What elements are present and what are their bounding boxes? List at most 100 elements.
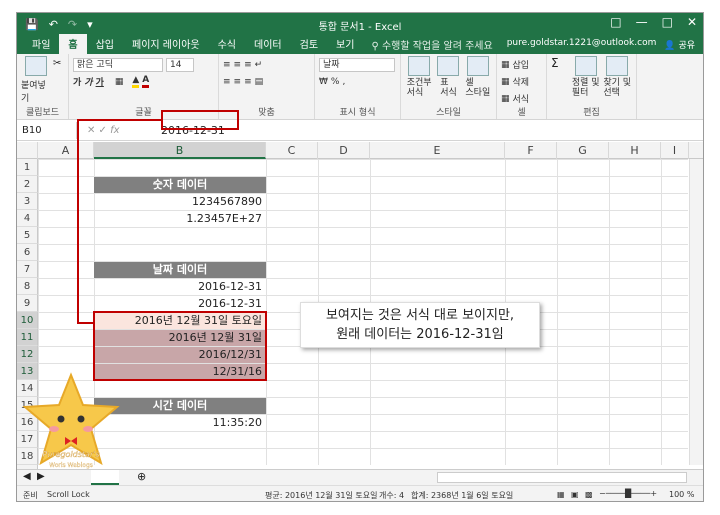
tab-file[interactable]: 파일	[23, 34, 59, 54]
row-header[interactable]: 7	[17, 261, 38, 278]
share-button[interactable]: 👤 공유	[664, 38, 695, 51]
cell-b7[interactable]: 날짜 데이터	[94, 262, 266, 278]
customize-icon[interactable]: ▾	[87, 18, 93, 31]
group-clipboard: 붙여넣기 ✂ 클립보드	[17, 54, 69, 119]
autosum-icon[interactable]: Σ	[551, 56, 559, 70]
paste-button[interactable]: 붙여넣기	[21, 56, 51, 104]
select-all-corner[interactable]	[17, 142, 38, 159]
save-icon[interactable]: 💾	[25, 18, 39, 31]
group-label-cells: 셀	[517, 108, 526, 118]
row-header[interactable]: 2	[17, 176, 38, 193]
row-header[interactable]: 4	[17, 210, 38, 227]
fx-label[interactable]: ✕ ✓ fx	[77, 125, 157, 136]
align-bottom-icon[interactable]: ≡	[244, 60, 252, 70]
zoom-level[interactable]: 100 %	[669, 490, 694, 499]
italic-button[interactable]: 가	[84, 75, 92, 88]
align-left-icon[interactable]: ≡	[223, 77, 231, 87]
cell-b2[interactable]: 숫자 데이터	[94, 177, 266, 193]
insert-icon: ▦	[501, 59, 510, 70]
cell-b8[interactable]: 2016-12-31	[94, 279, 266, 295]
account-email[interactable]: pure.goldstar.1221@outlook.com	[507, 38, 657, 51]
window-controls: □ — □ ✕	[610, 15, 697, 29]
zoom-slider[interactable]: −────█────+	[599, 489, 657, 498]
tab-page-layout[interactable]: 페이지 레이아웃	[123, 34, 209, 54]
insert-button[interactable]: ▦ 삽입	[501, 56, 542, 73]
column-header-g[interactable]: G	[557, 142, 609, 159]
maximize-icon[interactable]: □	[662, 15, 673, 29]
name-box[interactable]: B10	[17, 121, 77, 139]
align-middle-icon[interactable]: ≡	[234, 60, 242, 70]
font-name-select[interactable]: 맑은 고딕	[73, 57, 163, 72]
mascot-sticker: Puregoldstar's Worls Weblogs	[22, 372, 120, 469]
gridline	[609, 159, 610, 465]
bold-button[interactable]: 가	[73, 75, 81, 88]
horizontal-scrollbar[interactable]	[437, 472, 687, 483]
tell-me-box[interactable]: ⚲ 수행할 작업을 알려 주세요	[363, 35, 500, 54]
column-header-h[interactable]: H	[609, 142, 661, 159]
border-icon[interactable]: ▦	[115, 77, 124, 87]
tab-formulas[interactable]: 수식	[209, 34, 245, 54]
redo-icon[interactable]: ↷	[68, 18, 77, 31]
column-header-f[interactable]: F	[505, 142, 557, 159]
row-header[interactable]: 5	[17, 227, 38, 244]
align-center-icon[interactable]: ≡	[234, 77, 242, 87]
add-sheet-icon[interactable]: ⊕	[137, 470, 146, 483]
column-header-d[interactable]: D	[318, 142, 370, 159]
paste-icon	[25, 56, 47, 76]
column-header-a[interactable]: A	[38, 142, 94, 159]
row-header[interactable]: 12	[17, 346, 38, 363]
align-right-icon[interactable]: ≡	[244, 77, 252, 87]
cell-b9[interactable]: 2016-12-31	[94, 296, 266, 312]
underline-button[interactable]: 가	[96, 75, 104, 88]
tab-review[interactable]: 검토	[291, 34, 327, 54]
number-format-select[interactable]: 날짜	[319, 57, 395, 72]
cell-b4[interactable]: 1.23457E+27	[94, 211, 266, 227]
merge-icon[interactable]: ▤	[255, 77, 264, 87]
ribbon-options-icon[interactable]: □	[610, 15, 621, 29]
currency-icon[interactable]: ₩	[319, 77, 328, 87]
align-top-icon[interactable]: ≡	[223, 60, 231, 70]
undo-icon[interactable]: ↶	[49, 18, 58, 31]
delete-button[interactable]: ▦ 삭제	[501, 73, 542, 90]
close-icon[interactable]: ✕	[687, 15, 697, 29]
wrap-text-icon[interactable]: ↵	[255, 60, 263, 70]
tab-insert[interactable]: 삽입	[87, 34, 123, 54]
connector-line	[77, 322, 95, 324]
page-layout-view-icon[interactable]: ▣	[571, 490, 579, 499]
vertical-scrollbar[interactable]	[689, 159, 703, 465]
status-bar: 준비 Scroll Lock 평균: 2016년 12월 31일 토요일 개수:…	[17, 485, 703, 501]
page-break-view-icon[interactable]: ▩	[585, 490, 593, 499]
comma-icon[interactable]: ,	[342, 77, 345, 87]
row-header[interactable]: 3	[17, 193, 38, 210]
column-header-e[interactable]: E	[370, 142, 505, 159]
row-header[interactable]: 10	[17, 312, 38, 329]
status-scroll-lock: Scroll Lock	[47, 490, 90, 499]
row-header[interactable]: 1	[17, 159, 38, 176]
normal-view-icon[interactable]: ▦	[557, 490, 565, 499]
annotation-callout: 보여지는 것은 서식 대로 보이지만, 원래 데이터는 2016-12-31임	[300, 302, 540, 348]
fill-color-icon[interactable]: ▲	[132, 75, 140, 88]
tab-home[interactable]: 홈	[59, 34, 87, 54]
column-header-b[interactable]: B	[94, 142, 266, 159]
group-label-editing: 편집	[583, 108, 600, 118]
status-count: 개수: 4	[379, 491, 405, 500]
tab-data[interactable]: 데이터	[245, 34, 291, 54]
tab-view[interactable]: 보기	[327, 34, 363, 54]
conditional-format-icon	[408, 56, 431, 76]
column-header-i[interactable]: I	[661, 142, 689, 159]
group-label-styles: 스타일	[436, 108, 461, 118]
font-size-select[interactable]: 14	[166, 57, 194, 72]
cut-icon[interactable]: ✂	[53, 58, 61, 69]
row-header[interactable]: 8	[17, 278, 38, 295]
row-header[interactable]: 6	[17, 244, 38, 261]
left-cheek	[49, 426, 59, 432]
cell-b3[interactable]: 1234567890	[94, 194, 266, 210]
column-header-c[interactable]: C	[266, 142, 318, 159]
formula-bar: B10 ✕ ✓ fx 2016-12-31	[17, 120, 703, 141]
percent-icon[interactable]: %	[331, 77, 340, 87]
row-header[interactable]: 11	[17, 329, 38, 346]
row-header[interactable]: 9	[17, 295, 38, 312]
font-color-icon[interactable]: A	[142, 75, 150, 88]
gridline	[661, 159, 662, 465]
minimize-icon[interactable]: —	[636, 15, 648, 29]
